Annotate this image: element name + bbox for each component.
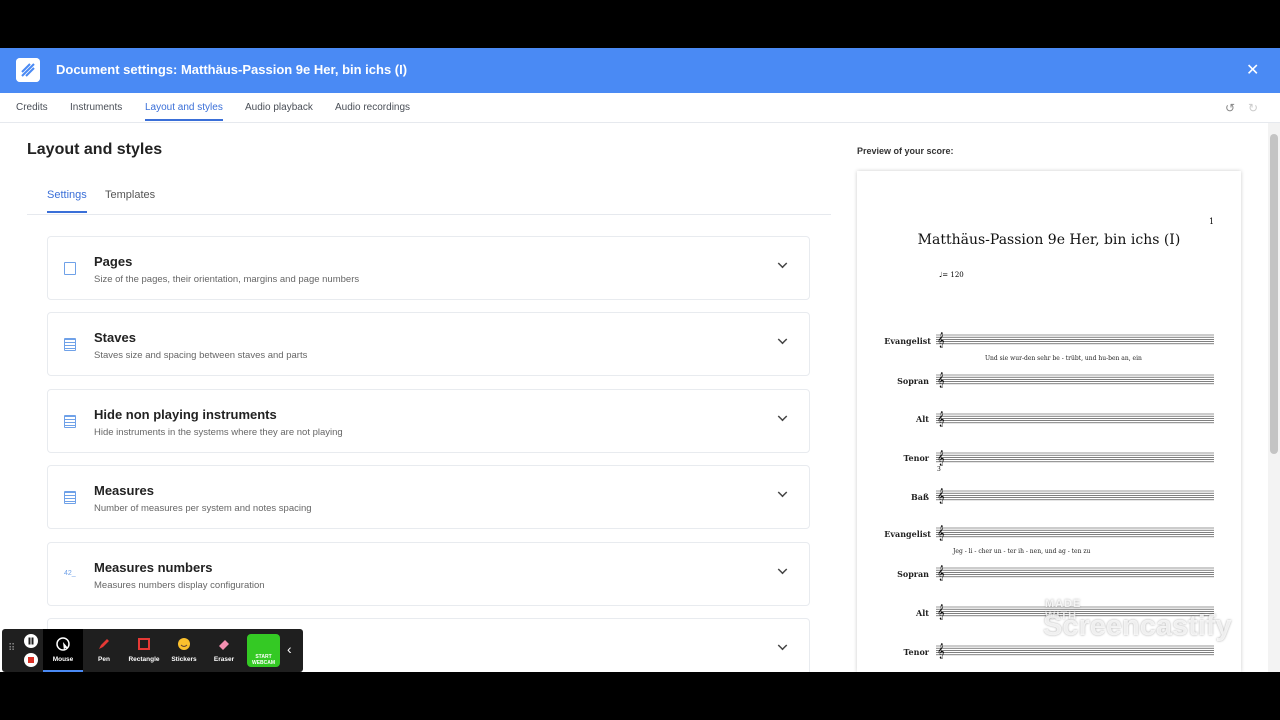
stop-icon[interactable] — [24, 653, 38, 667]
mouse-icon — [56, 637, 70, 651]
staff-label-bass: Baß — [911, 492, 929, 502]
staff-label-evangelist: Evangelist — [884, 529, 931, 539]
tab-audio-recordings[interactable]: Audio recordings — [335, 102, 410, 113]
measures-icon — [64, 491, 76, 504]
tab-layout-and-styles[interactable]: Layout and styles — [145, 102, 223, 121]
drag-handle-icon[interactable]: ⠿ — [8, 643, 15, 654]
staff-label-sopran: Sopran — [897, 376, 929, 386]
screencastify-toolbar: ⠿ Mouse Pen Rectangle Stickers Eraser ST… — [2, 629, 303, 672]
card-title: Measures — [94, 483, 154, 498]
card-title: Measures numbers — [94, 560, 213, 575]
document-settings-window: Document settings: Matthäus-Passion 9e H… — [0, 48, 1280, 672]
staves-icon — [64, 415, 76, 428]
undo-icon[interactable]: ↺ — [1225, 101, 1235, 115]
page-icon — [64, 262, 76, 275]
mouse-label: Mouse — [52, 656, 74, 663]
card-description: Staves size and spacing between staves a… — [94, 350, 308, 361]
tab-credits[interactable]: Credits — [16, 102, 48, 113]
settings-tabs: Credits Instruments Layout and styles Au… — [0, 93, 1280, 123]
treble-clef: 𝄞 — [937, 450, 945, 466]
score-notation: ♩= 120 3 𝄞𝄞𝄞𝄞𝄞𝄞𝄞𝄞𝄞𝄞 Evangelist Sopran Al… — [884, 271, 1214, 659]
staff-label-tenor: Tenor — [904, 453, 930, 463]
card-measures-numbers[interactable]: 42_ Measures numbers Measures numbers di… — [47, 542, 810, 606]
tempo-mark: ♩= 120 — [939, 271, 964, 279]
eraser-icon — [219, 640, 229, 650]
eraser-label: Eraser — [213, 656, 235, 663]
card-pages[interactable]: Pages Size of the pages, their orientati… — [47, 236, 810, 300]
eraser-tool[interactable]: Eraser — [204, 629, 244, 672]
measure-number: 3 — [937, 466, 941, 473]
watermark-big: Screencastify — [1043, 610, 1232, 642]
staff-label-alt: Alt — [915, 608, 929, 618]
mouse-tool[interactable]: Mouse — [43, 629, 83, 672]
stickers-tool[interactable]: Stickers — [164, 629, 204, 672]
pause-icon[interactable] — [24, 634, 38, 648]
chevron-down-icon[interactable] — [777, 258, 788, 269]
treble-clef: 𝄞 — [937, 565, 945, 581]
lyrics: Und sie wur-den sehr be - trübt, und hu-… — [985, 355, 1142, 362]
card-hide-non-playing[interactable]: Hide non playing instruments Hide instru… — [47, 389, 810, 453]
card-description: Size of the pages, their orientation, ma… — [94, 274, 360, 285]
start-webcam-label: START WEBCAM — [251, 654, 276, 666]
page-title: Layout and styles — [27, 141, 163, 158]
treble-clef: 𝄞 — [937, 332, 945, 348]
settings-subtabs: Settings Templates — [27, 172, 831, 215]
card-description: Number of measures per system and notes … — [94, 503, 312, 514]
window-title: Document settings: Matthäus-Passion 9e H… — [56, 62, 408, 77]
subtab-settings[interactable]: Settings — [47, 189, 87, 213]
chevron-down-icon[interactable] — [777, 411, 788, 422]
sticker-icon — [178, 638, 190, 650]
close-icon[interactable]: ✕ — [1246, 60, 1259, 80]
treble-clef: 𝄞 — [937, 604, 945, 620]
treble-clef: 𝄞 — [937, 372, 945, 388]
play-logo-icon — [985, 616, 1031, 642]
rectangle-tool[interactable]: Rectangle — [124, 629, 164, 672]
rectangle-label: Rectangle — [128, 656, 160, 663]
app-logo-icon — [16, 58, 40, 82]
card-title: Staves — [94, 330, 136, 345]
staff-label-tenor: Tenor — [904, 647, 930, 657]
collapse-toolbar-icon[interactable]: ‹ — [287, 641, 292, 657]
pen-tool[interactable]: Pen — [84, 629, 124, 672]
pen-icon — [99, 639, 109, 649]
lyrics: Jeg - li - cher un - ter ih - nen, und a… — [952, 548, 1091, 555]
staves-icon — [64, 338, 76, 351]
card-title: Pages — [94, 254, 133, 269]
scrollbar-thumb[interactable] — [1270, 134, 1278, 454]
treble-clef: 𝄞 — [937, 411, 945, 427]
subtab-templates[interactable]: Templates — [105, 189, 155, 201]
tab-instruments[interactable]: Instruments — [70, 102, 122, 113]
card-staves[interactable]: Staves Staves size and spacing between s… — [47, 312, 810, 376]
rectangle-icon — [138, 638, 150, 650]
chevron-down-icon[interactable] — [777, 640, 788, 651]
start-webcam-button[interactable]: START WEBCAM — [247, 634, 280, 667]
header-bar: Document settings: Matthäus-Passion 9e H… — [0, 48, 1280, 93]
measure-number-icon: 42_ — [64, 570, 76, 577]
score-preview: 1 Matthäus-Passion 9e Her, bin ichs (I) … — [857, 171, 1241, 672]
card-description: Hide instruments in the systems where th… — [94, 427, 343, 438]
preview-label: Preview of your score: — [857, 146, 954, 156]
redo-icon[interactable]: ↻ — [1248, 101, 1258, 115]
card-description: Measures numbers display configuration — [94, 580, 265, 591]
chevron-down-icon[interactable] — [777, 487, 788, 498]
card-title: Hide non playing instruments — [94, 407, 277, 422]
treble-clef: 𝄞 — [937, 643, 945, 659]
staff-label-evangelist: Evangelist — [884, 336, 931, 346]
card-measures[interactable]: Measures Number of measures per system a… — [47, 465, 810, 529]
pen-label: Pen — [98, 656, 110, 663]
tab-audio-playback[interactable]: Audio playback — [245, 102, 313, 113]
chevron-down-icon[interactable] — [777, 334, 788, 345]
chevron-down-icon[interactable] — [777, 564, 788, 575]
treble-clef: 𝄞 — [937, 525, 945, 541]
stickers-label: Stickers — [171, 656, 197, 663]
treble-clef: 𝄞 — [937, 488, 945, 504]
staff-label-sopran: Sopran — [897, 569, 929, 579]
staff-label-alt: Alt — [915, 414, 929, 424]
